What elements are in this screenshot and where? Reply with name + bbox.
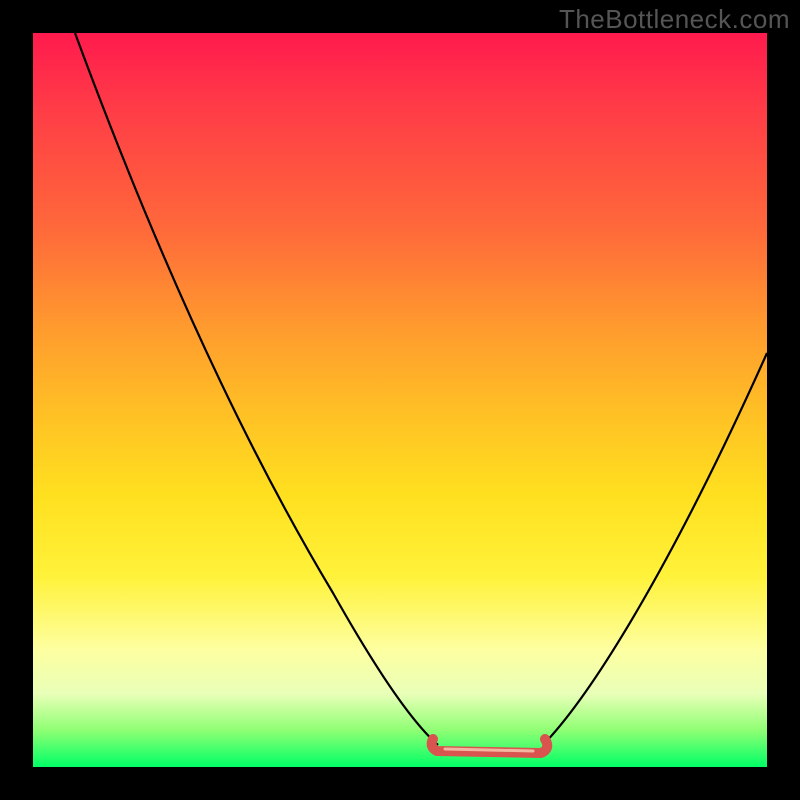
bottom-segment-highlight: [445, 749, 533, 751]
plot-area: [33, 33, 767, 767]
right-curve: [543, 353, 767, 745]
chart-container: TheBottleneck.com: [0, 0, 800, 800]
watermark-text: TheBottleneck.com: [559, 4, 790, 35]
curve-overlay: [33, 33, 767, 767]
left-curve: [75, 33, 438, 745]
